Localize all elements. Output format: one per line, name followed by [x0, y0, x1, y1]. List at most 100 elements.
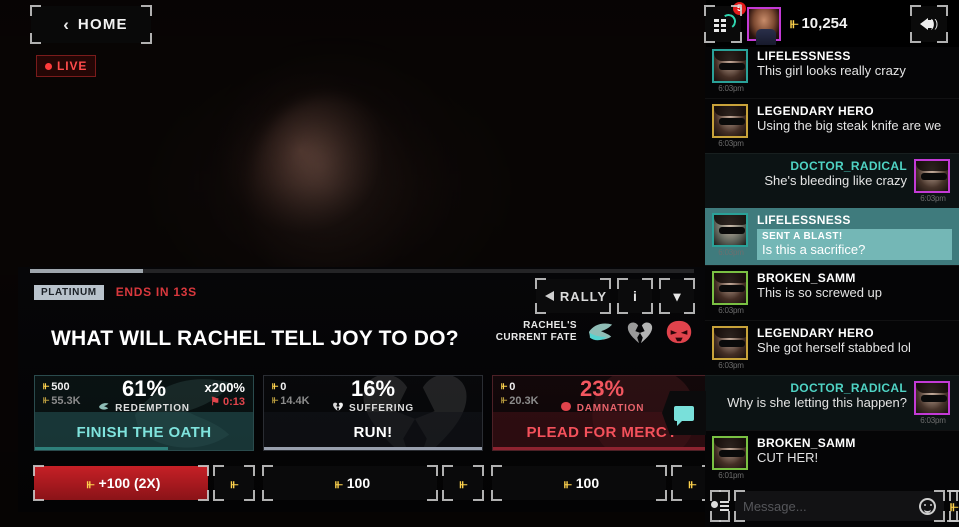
sound-button[interactable]: )) — [910, 4, 948, 42]
avatar[interactable] — [712, 49, 748, 83]
bet-options-button-suffering[interactable]: ⫦ — [442, 465, 484, 500]
timestamp: 6:03pm — [718, 361, 744, 370]
currency-icon: ⫦ — [688, 474, 697, 491]
chat-username: LIFELESSNESS — [757, 213, 851, 227]
avatar[interactable] — [712, 436, 748, 470]
vote-option-label: FINISH THE OATH — [76, 423, 212, 441]
live-label: LIVE — [57, 59, 88, 73]
vote-option-body: RUN! — [264, 412, 482, 450]
vote-option-redemption[interactable]: ⫦ 500 ⫦ 55.3K 61% REDEMPTION x200% ⚑ 0:13 FINISH … — [34, 375, 254, 451]
live-badge: LIVE — [36, 55, 97, 77]
expand-button[interactable]: ▾ — [659, 278, 695, 313]
vote-option-fill — [264, 447, 482, 450]
currency-balance[interactable]: ⫦ 10,254 — [790, 15, 847, 32]
chat-avatar-wrap: 6:03pm — [914, 381, 952, 425]
search-input[interactable] — [743, 498, 919, 514]
bet-options-button-redemption[interactable]: ⫦ — [213, 465, 255, 500]
grid-menu-icon — [713, 12, 738, 33]
vote-option-fill — [35, 447, 168, 450]
home-button[interactable]: ‹ HOME — [30, 5, 152, 43]
bet-button-suffering[interactable]: ⫦ 100 — [262, 465, 438, 500]
grid-menu-button[interactable]: 5 — [704, 1, 746, 42]
avatar[interactable] — [747, 6, 781, 45]
info-button[interactable]: i — [617, 278, 653, 313]
vote-option-costs: ⫦ 500 ⫦ 55.3K — [43, 380, 81, 407]
chat-message: 6:03pm DOCTOR_RADICAL Why is she letting t… — [705, 375, 959, 430]
chat-panel: 6:03pmHERMAJESTYSENT A BLAST!WTF. Is. Go… — [705, 47, 959, 527]
chat-message: 6:03pm LIFELESSNESS SENT A BLAST! Is this a… — [705, 208, 959, 265]
chevron-left-icon: ‹ — [63, 15, 69, 34]
chat-username: BROKEN_SAMM — [757, 271, 856, 285]
chat-message: 6:03pm BROKEN_SAMM This is so screwed up — [705, 265, 959, 320]
currency-icon: ⫦ — [790, 15, 799, 32]
broken-heart-icon — [627, 322, 653, 344]
speaker-icon — [919, 17, 933, 30]
chat-avatar-wrap: 6:01pm — [712, 436, 750, 480]
vote-option-costs: ⫦ 0 ⫦ 20.3K — [501, 380, 539, 407]
chat-text: She's bleeding like crazy — [764, 173, 907, 188]
chat-avatar-wrap: 6:03pm — [914, 159, 952, 203]
chat-username: LIFELESSNESS — [757, 49, 851, 63]
chat-message: 6:03pm LEGENDARY HERO Using the big steak … — [705, 98, 959, 153]
chat-toggle-button[interactable] — [662, 391, 706, 435]
tier-badge: PLATINUM — [34, 284, 104, 300]
timestamp: 6:03pm — [718, 248, 744, 257]
people-list-icon — [711, 500, 729, 512]
chat-message-list[interactable]: 6:03pmHERMAJESTYSENT A BLAST!WTF. Is. Go… — [705, 47, 959, 485]
message-field[interactable] — [734, 490, 945, 521]
bet-button-damnation[interactable]: ⫦ 100 — [491, 465, 667, 500]
chat-message: 6:03pm DOCTOR_RADICAL She's bleeding like … — [705, 153, 959, 208]
avatar[interactable] — [914, 159, 950, 193]
timer-track — [30, 269, 694, 273]
currency-icon: ⫦ — [272, 380, 278, 392]
blast-tag: SENT A BLAST! — [762, 231, 843, 242]
cost-secondary-value: 20.3K — [509, 394, 539, 407]
chat-text: This is so screwed up — [757, 285, 882, 300]
currency-icon: ⫦ — [501, 380, 507, 392]
avatar[interactable] — [712, 104, 748, 138]
timestamp: 6:03pm — [718, 306, 744, 315]
currency-icon: ⫦ — [334, 474, 343, 491]
gift-button[interactable]: ⫦ — [947, 490, 959, 521]
currency-icon: ⫦ — [86, 474, 95, 491]
currency-icon: ⫦ — [459, 474, 468, 491]
vote-option-label: RUN! — [353, 423, 393, 441]
chat-text: Using the big steak knife are we — [757, 118, 942, 133]
vote-panel-actions: RALLY i ▾ — [535, 278, 695, 313]
chat-avatar-wrap: 6:03pm — [712, 271, 750, 315]
vote-multiplier: x200% ⚑ 0:13 — [205, 380, 245, 408]
avatar[interactable] — [712, 213, 748, 247]
chat-message-body: LIFELESSNESS SENT A BLAST! Is this a sacri… — [757, 213, 952, 260]
blast-box: SENT A BLAST! Is this a sacrifice? — [757, 229, 952, 260]
chat-text: This girl looks really crazy — [757, 63, 906, 78]
chat-avatar-wrap: 6:03pm — [712, 326, 750, 370]
bet-group-redemption: ⫦ +100 (2X) ⫦ — [33, 465, 255, 500]
avatar[interactable] — [712, 326, 748, 360]
timestamp: 6:03pm — [718, 139, 744, 148]
rally-button[interactable]: RALLY — [535, 278, 611, 313]
info-icon: i — [633, 288, 637, 304]
chat-avatar-wrap: 6:03pm — [712, 49, 750, 93]
roster-button[interactable] — [710, 490, 730, 521]
chevron-down-icon: ▾ — [673, 287, 681, 304]
bet-button-redemption[interactable]: ⫦ +100 (2X) — [33, 465, 209, 500]
emoji-icon[interactable] — [919, 497, 936, 515]
cost-secondary: ⫦ 20.3K — [501, 394, 539, 407]
bet-amount-label: 100 — [575, 475, 600, 491]
current-fate-line1: RACHEL'S — [523, 320, 577, 331]
dove-icon — [588, 323, 613, 341]
avatar[interactable] — [712, 271, 748, 305]
avatar[interactable] — [914, 381, 950, 415]
current-fate-line2: CURRENT FATE — [495, 332, 577, 343]
vote-panel: PLATINUM ENDS IN 13S WHAT WILL RACHEL TE… — [18, 267, 713, 512]
chat-text: Why is she letting this happen? — [727, 395, 907, 410]
chat-username: DOCTOR_RADICAL — [790, 159, 907, 173]
multiplier-timer: ⚑ 0:13 — [210, 395, 245, 409]
timestamp: 6:03pm — [718, 84, 744, 93]
cost-secondary-value: 55.3K — [51, 394, 81, 407]
chat-username: LEGENDARY HERO — [757, 326, 874, 340]
cost-primary-value: 500 — [51, 380, 70, 393]
cost-primary: ⫦ 0 — [501, 380, 539, 393]
chat-username: BROKEN_SAMM — [757, 436, 856, 450]
vote-option-suffering[interactable]: ⫦ 0 ⫦ 14.4K 16% SUFFERING RUN! — [263, 375, 483, 451]
